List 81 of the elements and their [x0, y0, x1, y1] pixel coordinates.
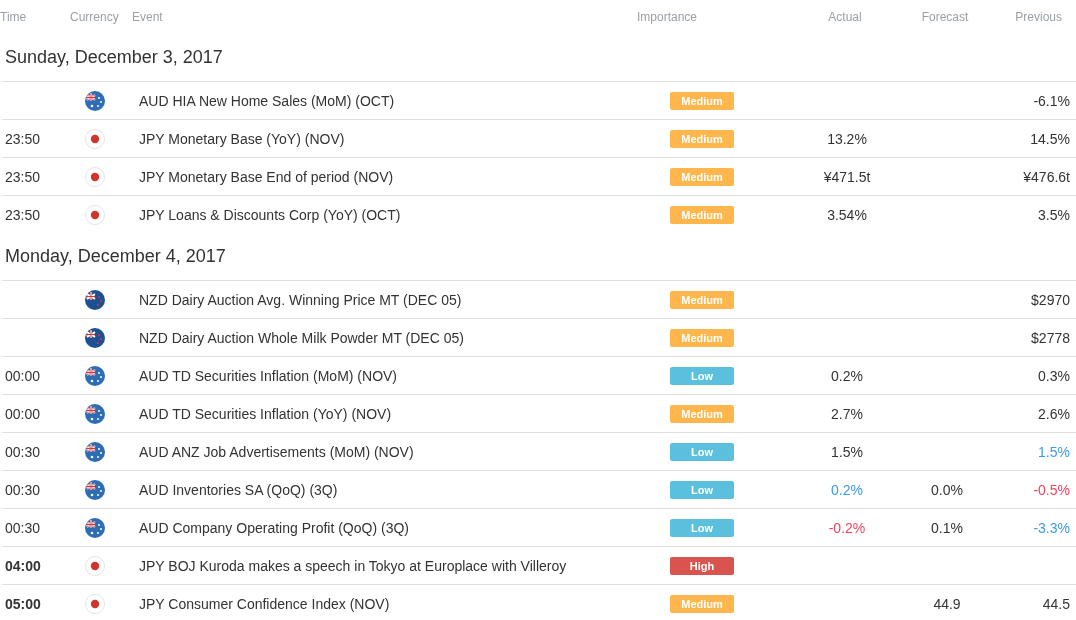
importance-badge: Medium	[670, 167, 734, 186]
new-zealand-flag-icon	[85, 289, 105, 310]
japan-flag-icon	[85, 128, 105, 149]
column-header: Importance	[637, 10, 699, 24]
actual-value: 0.2%	[831, 481, 863, 498]
column-header: Previous	[1014, 10, 1063, 24]
australia-flag-icon	[85, 403, 105, 424]
column-header: Event	[132, 10, 164, 24]
previous-value: 3.5%	[1038, 206, 1070, 223]
importance-badge: Medium	[670, 129, 734, 148]
previous-value: 2.6%	[1038, 405, 1070, 422]
actual-value: 3.54%	[827, 206, 867, 223]
importance-badge: High	[670, 556, 734, 575]
event-name: AUD HIA New Home Sales (MoM) (OCT)	[138, 92, 396, 109]
importance-badge: Medium	[670, 404, 734, 423]
importance-badge: Low	[670, 518, 734, 537]
actual-value: -0.2%	[828, 519, 866, 536]
importance-badge: Medium	[670, 594, 734, 613]
event-time: 00:30	[4, 481, 41, 498]
day-heading: Sunday, December 3, 2017	[4, 47, 223, 68]
importance-badge: Low	[670, 366, 734, 385]
event-time: 00:30	[4, 443, 41, 460]
importance-badge: Low	[670, 442, 734, 461]
importance-badge: Medium	[670, 328, 734, 347]
australia-flag-icon	[85, 479, 105, 500]
previous-value: 44.5	[1042, 595, 1070, 612]
australia-flag-icon	[85, 517, 105, 538]
japan-flag-icon	[85, 593, 105, 614]
importance-badge: Medium	[670, 91, 734, 110]
previous-value: 0.3%	[1038, 367, 1070, 384]
forecast-value: 44.9	[933, 595, 961, 612]
previous-value: -6.1%	[1033, 92, 1070, 109]
column-header: Forecast	[920, 10, 970, 24]
japan-flag-icon	[85, 204, 105, 225]
previous-value: $2778	[1031, 329, 1070, 346]
event-name: NZD Dairy Auction Whole Milk Powder MT (DEC 05)	[138, 329, 465, 346]
event-name: AUD TD Securities Inflation (MoM) (NOV)	[138, 367, 398, 384]
event-name: AUD Company Operating Profit (QoQ) (3Q)	[138, 519, 410, 536]
actual-value: 13.2%	[827, 130, 867, 147]
importance-badge: Medium	[670, 205, 734, 224]
importance-badge: Medium	[670, 290, 734, 309]
event-name: AUD Inventories SA (QoQ) (3Q)	[138, 481, 339, 498]
previous-value: $2970	[1031, 291, 1070, 308]
column-header: Actual	[827, 10, 863, 24]
actual-value: 2.7%	[831, 405, 863, 422]
event-time: 00:00	[4, 405, 41, 422]
previous-value: -0.5%	[1033, 481, 1070, 498]
actual-value: 0.2%	[831, 367, 863, 384]
event-name: JPY BOJ Kuroda makes a speech in Tokyo at Europlace with Villeroy	[138, 557, 568, 574]
forecast-value: 0.1%	[931, 519, 963, 536]
event-time: 23:50	[4, 206, 41, 223]
actual-value: ¥471.5t	[823, 168, 871, 185]
previous-value: -3.3%	[1033, 519, 1070, 536]
column-header: Time	[0, 10, 28, 24]
event-name: JPY Loans & Discounts Corp (YoY) (OCT)	[138, 206, 402, 223]
event-time: 05:00	[4, 595, 41, 612]
event-time: 04:00	[4, 557, 41, 574]
event-name: JPY Monetary Base (YoY) (NOV)	[138, 130, 346, 147]
event-name: AUD TD Securities Inflation (YoY) (NOV)	[138, 405, 393, 422]
event-time: 00:00	[4, 367, 41, 384]
event-time: 23:50	[4, 130, 41, 147]
forecast-value: 0.0%	[931, 481, 963, 498]
previous-value: ¥476.6t	[1023, 168, 1070, 185]
event-name: NZD Dairy Auction Avg. Winning Price MT (DEC 05)	[138, 291, 463, 308]
column-header: Currency	[70, 10, 120, 24]
japan-flag-icon	[85, 555, 105, 576]
event-name: AUD ANZ Job Advertisements (MoM) (NOV)	[138, 443, 415, 460]
event-name: JPY Monetary Base End of period (NOV)	[138, 168, 395, 185]
event-name: JPY Consumer Confidence Index (NOV)	[138, 595, 391, 612]
day-heading: Monday, December 4, 2017	[4, 246, 226, 267]
event-time: 00:30	[4, 519, 41, 536]
japan-flag-icon	[85, 166, 105, 187]
australia-flag-icon	[85, 365, 105, 386]
importance-badge: Low	[670, 480, 734, 499]
new-zealand-flag-icon	[85, 327, 105, 348]
previous-value: 14.5%	[1030, 130, 1070, 147]
australia-flag-icon	[85, 441, 105, 462]
actual-value: 1.5%	[831, 443, 863, 460]
event-time: 23:50	[4, 168, 41, 185]
previous-value: 1.5%	[1038, 443, 1070, 460]
australia-flag-icon	[85, 90, 105, 111]
